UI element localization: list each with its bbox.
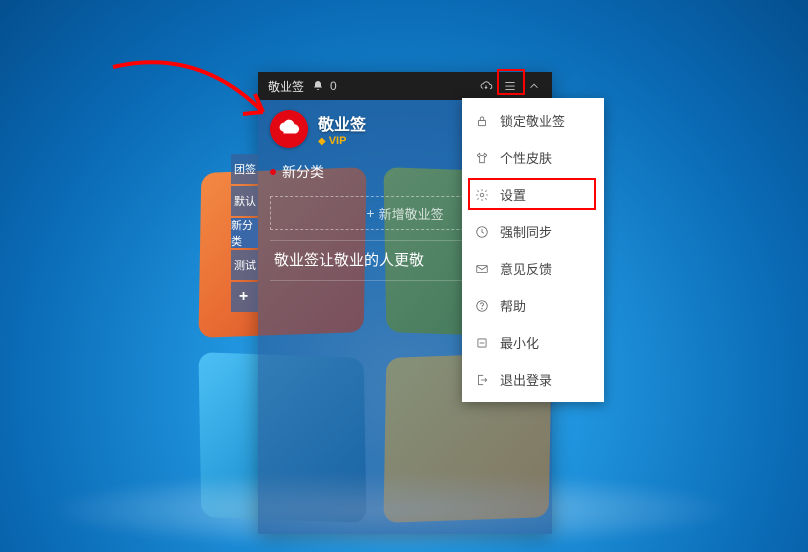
- plus-icon: +: [366, 205, 374, 221]
- lock-icon: [474, 113, 490, 129]
- diamond-icon: ◆: [318, 136, 326, 147]
- minimize-icon: [474, 335, 490, 351]
- tshirt-icon: [474, 150, 490, 166]
- menu-settings[interactable]: 设置: [462, 176, 604, 213]
- side-tab-team[interactable]: 团签: [231, 154, 258, 184]
- side-tab-test[interactable]: 测试: [231, 250, 258, 280]
- mail-icon: [474, 261, 490, 277]
- menu-skin[interactable]: 个性皮肤: [462, 139, 604, 176]
- menu-lock[interactable]: 锁定敬业签: [462, 102, 604, 139]
- menu-help[interactable]: 帮助: [462, 287, 604, 324]
- vip-badge: ◆ VIP: [318, 135, 366, 147]
- app-name: 敬业签: [318, 111, 366, 135]
- category-dot-icon: [270, 169, 276, 175]
- gear-icon: [474, 187, 490, 203]
- help-icon: [474, 298, 490, 314]
- hamburger-menu-icon[interactable]: [498, 72, 522, 100]
- collapse-icon[interactable]: [522, 72, 546, 100]
- bell-icon[interactable]: [312, 80, 324, 92]
- bell-count: 0: [330, 79, 337, 93]
- hamburger-dropdown: 锁定敬业签 个性皮肤 设置 强制同步 意见反馈 帮助 最小化 退出登录: [462, 98, 604, 402]
- titlebar-app-name: 敬业签: [268, 78, 304, 95]
- menu-feedback[interactable]: 意见反馈: [462, 250, 604, 287]
- logout-icon: [474, 372, 490, 388]
- app-logo-icon: [270, 110, 308, 148]
- side-tabs: 团签 默认 新分类 测试 +: [231, 154, 258, 314]
- side-tab-add[interactable]: +: [231, 282, 258, 312]
- cloud-sync-icon[interactable]: [474, 72, 498, 100]
- menu-sync[interactable]: 强制同步: [462, 213, 604, 250]
- menu-logout[interactable]: 退出登录: [462, 361, 604, 398]
- menu-minimize[interactable]: 最小化: [462, 324, 604, 361]
- refresh-icon: [474, 224, 490, 240]
- titlebar: 敬业签 0: [258, 72, 552, 100]
- side-tab-default[interactable]: 默认: [231, 186, 258, 216]
- side-tab-newcategory[interactable]: 新分类: [231, 218, 258, 248]
- annotation-arrow: [108, 52, 278, 152]
